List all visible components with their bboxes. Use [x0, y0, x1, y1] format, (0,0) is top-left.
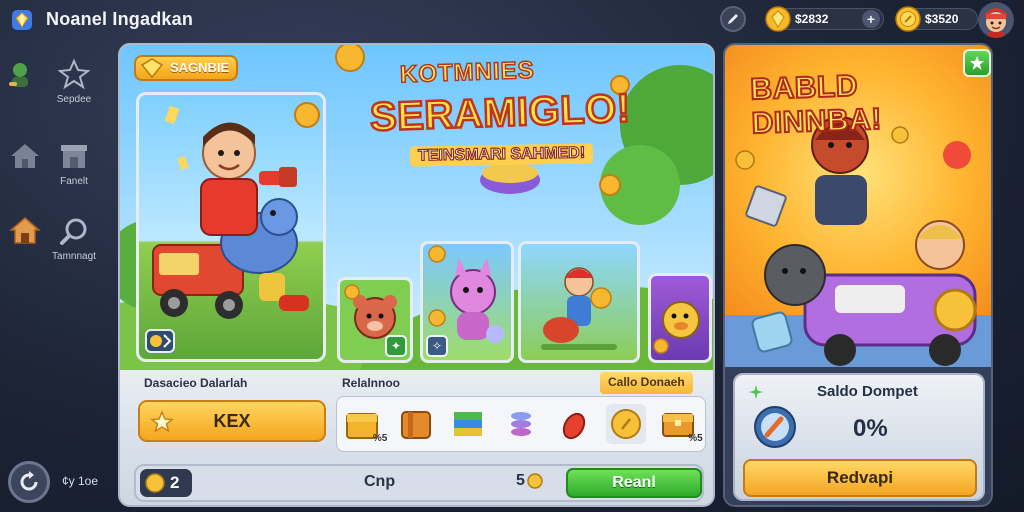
level-value: 2 — [170, 473, 180, 492]
promo-title: BABLD DINNBA! — [749, 69, 883, 142]
coin-small-icon — [145, 473, 165, 493]
character-card-bear[interactable]: ✦ — [337, 277, 413, 363]
action-count-value: 5 — [516, 472, 525, 489]
rewards-label: Relalnnoo — [342, 376, 401, 390]
reward-chest-qty: %5 — [372, 433, 388, 444]
shield-icon — [150, 334, 172, 348]
event-tag-label: SAGNBIE — [170, 60, 230, 75]
player-avatar[interactable] — [978, 2, 1014, 38]
sidebar-item-favorites[interactable]: Sepdee — [34, 58, 114, 105]
hero-card[interactable] — [136, 92, 326, 362]
event-controls: Dasacieo Dalarlah KEX Relalnnoo Callo Do… — [120, 370, 713, 505]
daily-label: Dasacieo Dalarlah — [144, 376, 248, 390]
event-subtitle-top: KOTMNIES — [399, 56, 536, 89]
refresh-button[interactable] — [8, 461, 50, 503]
sparkle-icon — [749, 385, 763, 399]
coins-counter: $3520 — [895, 6, 978, 32]
gem-pile-icon — [140, 58, 164, 78]
coin-icon — [611, 409, 642, 439]
reward-spring[interactable] — [501, 404, 541, 444]
star-icon — [150, 410, 174, 433]
main-panel: SAGNBIE KOTMNIES SERAMIGLO! TEINSMARI SA… — [118, 43, 715, 507]
kex-button[interactable]: KEX — [138, 400, 326, 442]
redeem-button[interactable]: Redvapi — [743, 459, 977, 497]
reward-treasure-chest[interactable]: %5 — [659, 404, 703, 444]
event-scene: SAGNBIE KOTMNIES SERAMIGLO! TEINSMARI SA… — [120, 45, 713, 370]
sidebar-label-favorites: Sepdee — [56, 94, 92, 105]
star-icon — [58, 58, 90, 90]
cat-card-badge: ✧ — [426, 335, 448, 357]
heart-potion-icon — [562, 412, 585, 440]
rewards-list: %5 %5 — [336, 396, 706, 452]
wrench-icon — [60, 218, 87, 245]
collect-label[interactable]: Callo Donaeh — [600, 372, 693, 394]
favorite-button[interactable] — [963, 49, 991, 77]
coins-value: $3520 — [925, 12, 959, 26]
event-tagline: TEINSMARI SAHMED! — [409, 143, 594, 167]
reset-button[interactable]: Reanl — [566, 468, 702, 498]
gem-logo-icon — [12, 10, 32, 30]
wallet-title: Saldo Dompet — [817, 383, 918, 400]
wallet-card: Saldo Dompet 0% Redvapi — [733, 373, 985, 501]
character-icon — [9, 63, 28, 87]
action-bar: 2 Cnp 5 Reanl — [134, 464, 704, 502]
footer-text: ¢y 1oe — [62, 474, 99, 488]
sidebar-label-tools: Tamnnagt — [52, 251, 96, 262]
reward-treasure-qty: %5 — [688, 433, 703, 444]
wallet-balance: 0% — [853, 415, 888, 442]
reward-chest[interactable]: %5 — [343, 404, 387, 444]
promo-banner[interactable]: BABLD DINNBA! — [725, 45, 991, 367]
shop-icon — [61, 145, 87, 168]
event-title: SERAMIGLO! — [368, 85, 632, 141]
gems-value: $2832 — [795, 12, 829, 26]
spring-icon — [510, 412, 531, 436]
kex-button-label: KEX — [213, 410, 251, 431]
reward-rainbow-cube[interactable] — [448, 404, 488, 444]
gems-counter: $2832 + — [765, 6, 884, 32]
promo-panel: BABLD DINNBA! Saldo Dompet 0% Redvapi — [723, 43, 993, 507]
star-icon — [970, 56, 984, 70]
rainbow-cube-icon — [454, 412, 483, 436]
action-count: 5 — [516, 472, 543, 490]
coin-currency-icon — [895, 6, 921, 32]
reward-crate[interactable] — [396, 404, 436, 444]
top-bar: Noanel Ingadkan $2832 + $3520 — [0, 0, 1024, 40]
action-bar-label: Cnp — [364, 473, 396, 490]
racer-character — [541, 267, 617, 350]
sidebar-label-shop: Fanelt — [60, 176, 88, 187]
bear-card-badge: ✦ — [385, 335, 407, 357]
event-tag[interactable]: SAGNBIE — [134, 55, 238, 81]
app-title: Noanel Ingadkan — [46, 9, 194, 29]
settings-button[interactable] — [720, 6, 746, 32]
gem-currency-icon — [765, 6, 791, 32]
reward-coin[interactable] — [606, 404, 647, 444]
crate-icon — [400, 411, 431, 439]
reward-heart-potion[interactable] — [554, 404, 594, 444]
add-gems-button[interactable]: + — [862, 10, 880, 28]
sidebar-item-tools[interactable]: Tamnnagt — [34, 215, 114, 262]
character-card-racer[interactable] — [518, 241, 640, 363]
coin-icon — [527, 473, 543, 489]
hero-illustration — [152, 102, 320, 319]
pencil-icon — [728, 14, 738, 24]
character-card-cat[interactable]: ✧ — [420, 241, 514, 363]
duck-character — [653, 301, 700, 354]
character-card-duck[interactable] — [648, 273, 712, 363]
level-indicator[interactable]: 2 — [140, 469, 192, 497]
sidebar-item-shop[interactable]: Fanelt — [34, 140, 114, 187]
refresh-icon — [20, 471, 38, 491]
wallet-coin-icon — [754, 406, 796, 448]
hero-badge — [145, 329, 175, 353]
